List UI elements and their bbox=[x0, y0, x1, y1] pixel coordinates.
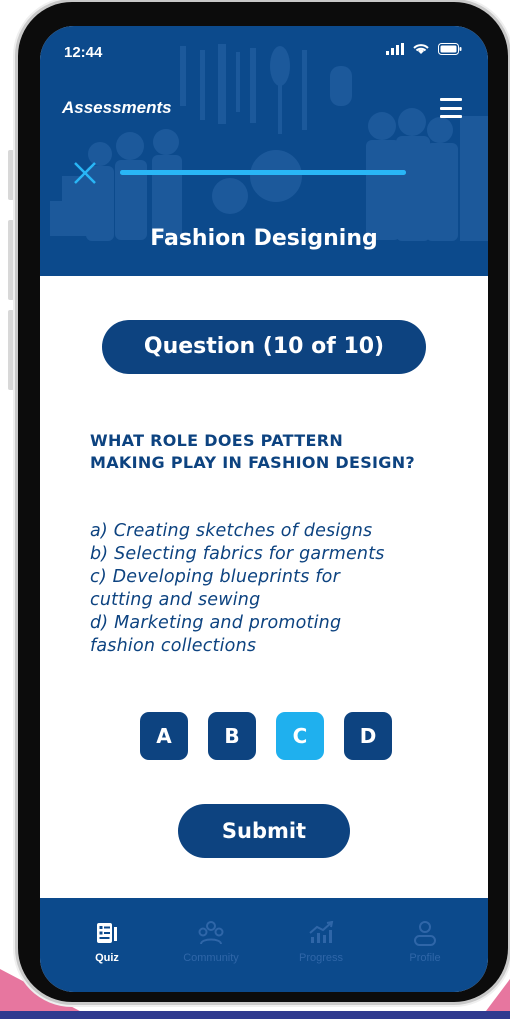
menu-icon-bar bbox=[440, 106, 462, 110]
status-time: 12:44 bbox=[64, 44, 103, 61]
menu-button[interactable] bbox=[440, 98, 462, 118]
wifi-icon bbox=[413, 44, 429, 54]
answer-options-list: a) Creating sketches of designs b) Selec… bbox=[90, 520, 450, 658]
option-line: d) Marketing and promoting bbox=[90, 613, 342, 633]
nav-label: Progress bbox=[298, 952, 344, 964]
answer-button-b[interactable]: B bbox=[208, 712, 256, 760]
menu-icon-bar bbox=[440, 98, 462, 101]
question-counter: Question (10 of 10) bbox=[102, 320, 426, 374]
bottom-navigation: Quiz Community Progress Profile bbox=[40, 898, 488, 992]
nav-label: Quiz bbox=[95, 952, 119, 964]
status-icons bbox=[386, 42, 462, 55]
page-title: Assessments bbox=[62, 98, 172, 117]
phone-side-button bbox=[8, 150, 14, 200]
app-screen: 12:44 Assessments Fashion Designing Ques… bbox=[40, 26, 488, 992]
quiz-icon bbox=[97, 923, 117, 943]
nav-item-progress[interactable]: Progress bbox=[276, 916, 366, 964]
close-icon[interactable] bbox=[72, 160, 98, 186]
option-line: b) Selecting fabrics for garments bbox=[90, 544, 385, 564]
phone-side-button bbox=[8, 310, 14, 390]
option-line: fashion collections bbox=[90, 636, 257, 656]
nav-item-quiz[interactable]: Quiz bbox=[62, 916, 152, 964]
decorative-strip bbox=[0, 1011, 510, 1019]
question-text: WHAT ROLE DOES PATTERN MAKING PLAY IN FA… bbox=[90, 431, 415, 472]
answer-buttons: A B C D bbox=[140, 712, 392, 760]
answer-button-a[interactable]: A bbox=[140, 712, 188, 760]
nav-item-profile[interactable]: Profile bbox=[380, 916, 470, 964]
battery-icon bbox=[438, 43, 462, 55]
submit-button[interactable]: Submit bbox=[178, 804, 350, 858]
header: 12:44 Assessments Fashion Designing bbox=[40, 26, 488, 276]
quiz-progress-fill bbox=[120, 170, 406, 175]
option-line: c) Developing blueprints for bbox=[90, 567, 340, 587]
nav-label: Community bbox=[183, 952, 239, 964]
answer-button-c[interactable]: C bbox=[276, 712, 324, 760]
option-line: cutting and sewing bbox=[90, 590, 261, 610]
answer-button-d[interactable]: D bbox=[344, 712, 392, 760]
nav-label: Profile bbox=[409, 952, 441, 964]
signal-icon bbox=[386, 43, 404, 55]
menu-icon-bar bbox=[440, 115, 462, 118]
subject-title: Fashion Designing bbox=[150, 226, 378, 251]
option-line: a) Creating sketches of designs bbox=[90, 521, 373, 541]
profile-icon bbox=[414, 921, 436, 946]
community-icon bbox=[198, 921, 224, 945]
progress-chart-icon bbox=[309, 921, 334, 943]
quiz-progress-bar bbox=[120, 170, 406, 175]
phone-side-button bbox=[8, 220, 14, 300]
nav-item-community[interactable]: Community bbox=[166, 916, 256, 964]
